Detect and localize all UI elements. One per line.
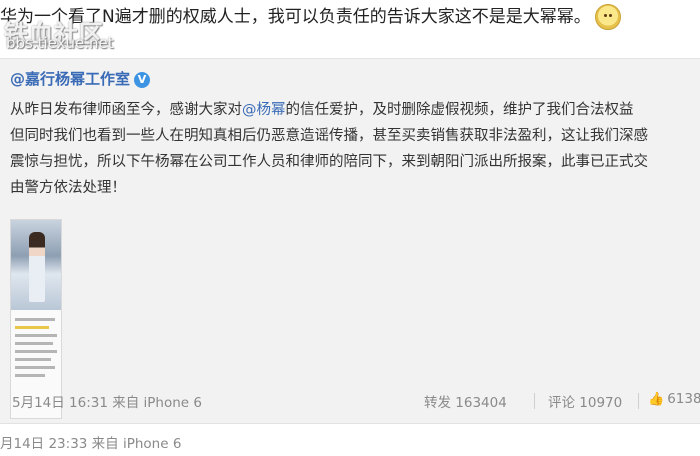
repost-count-button[interactable]: 转发 163404 [424, 391, 507, 411]
reposted-weibo: @嘉行杨幂工作室 V 从昨日发布律师函至今，感谢大家对@杨幂的信任爱护，及时删除虚… [0, 58, 700, 424]
post-timestamp-source[interactable]: 月14日 23:33 来自 iPhone 6 [0, 432, 181, 452]
content-line-1: 从昨日发布律师函至今，感谢大家对@杨幂的信任爱护，及时删除虚假视频，维护了我们合… [10, 102, 634, 118]
thumbs-up-icon: 👍 [648, 392, 665, 407]
comment-count-button[interactable]: 评论 10970 [548, 391, 622, 411]
attached-image-thumbnail[interactable] [10, 219, 62, 419]
dog-face-icon [594, 4, 621, 30]
content-line-4: 由警方依法处理！ [10, 180, 126, 196]
stats-divider [638, 393, 639, 409]
watermark-url: bbs.tiexue.net [6, 34, 114, 52]
post-text-line: 华为一个看了N遍才删的权威人士，我可以负责任的告诉大家这不是是大幂幂。 [0, 2, 700, 32]
verified-v-icon: V [134, 71, 151, 88]
like-button[interactable]: 👍 6138 [648, 391, 700, 407]
mention-link[interactable]: @杨幂 [242, 102, 286, 118]
repost-author-name[interactable]: @嘉行杨幂工作室 [10, 70, 130, 88]
like-count: 6138 [667, 391, 700, 407]
content-line-2: 但同时我们也看到一些人在明知真相后仍恶意造谣传播，甚至买卖销售获取非法盈利，这让… [10, 128, 648, 144]
repost-author[interactable]: @嘉行杨幂工作室 V [10, 69, 151, 89]
repost-content: 从昨日发布律师函至今，感谢大家对@杨幂的信任爱护，及时删除虚假视频，维护了我们合… [10, 97, 700, 201]
repost-timestamp[interactable]: 5月14日 16:31 来自 iPhone 6 [12, 391, 202, 411]
stats-divider [534, 393, 535, 409]
thumbnail-figure [29, 232, 45, 302]
content-line-3: 震惊与担忧，所以下午杨幂在公司工作人员和律师的陪同下，来到朝阳门派出所报案，此事… [10, 154, 648, 170]
